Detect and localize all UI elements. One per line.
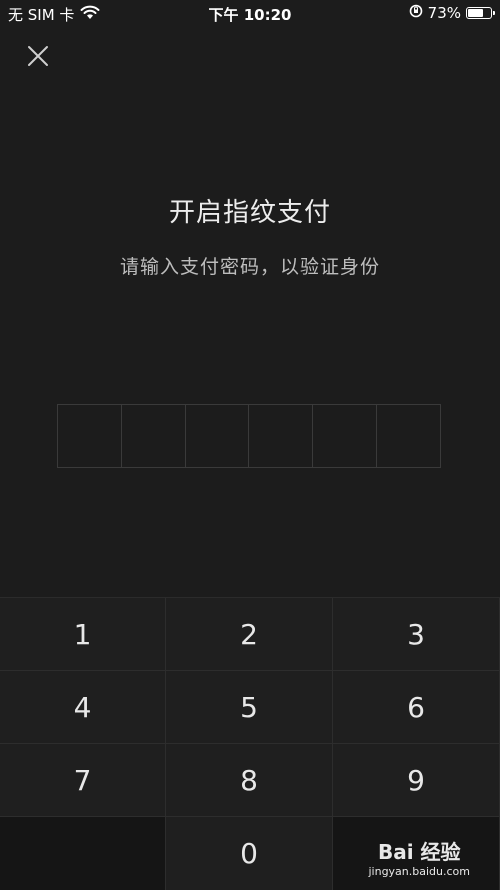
battery-fill [468,9,484,17]
keypad-key-6[interactable]: 6 [333,671,500,744]
status-bar: 无 SIM 卡 下午 10:20 73% [0,0,500,28]
battery-percent: 73% [427,4,461,22]
page-subtitle: 请输入支付密码，以验证身份 [119,256,380,278]
numeric-keypad: 123 456 7890 [0,597,500,890]
battery-icon [466,7,495,19]
pin-digit-box [122,405,186,467]
close-button[interactable] [22,40,54,72]
keypad-key-4[interactable]: 4 [0,671,166,744]
pin-digit-box [249,405,314,467]
pin-digit-box [377,405,440,467]
keypad-key-1[interactable]: 1 [0,598,166,671]
status-right: 73% [409,4,495,22]
keypad-key-3[interactable]: 3 [333,598,500,671]
keypad-blank [0,817,166,890]
keypad-key-9[interactable]: 9 [333,744,500,817]
password-input[interactable] [57,404,441,468]
payment-password-screen: 无 SIM 卡 下午 10:20 73% 开启指纹支付 请输入支付密码，以验证身… [0,0,500,890]
pin-digit-box [313,405,378,467]
pin-digit-box [58,405,122,467]
keypad-key-0[interactable]: 0 [166,817,333,890]
keypad-key-2[interactable]: 2 [166,598,333,671]
pin-digit-box [186,405,250,467]
orientation-lock-icon [409,4,423,22]
page-title: 开启指纹支付 [168,198,331,228]
keypad-key-5[interactable]: 5 [166,671,333,744]
keypad-key-8[interactable]: 8 [166,744,333,817]
close-icon [28,46,48,66]
keypad-delete-area[interactable] [333,817,500,890]
keypad-key-7[interactable]: 7 [0,744,166,817]
